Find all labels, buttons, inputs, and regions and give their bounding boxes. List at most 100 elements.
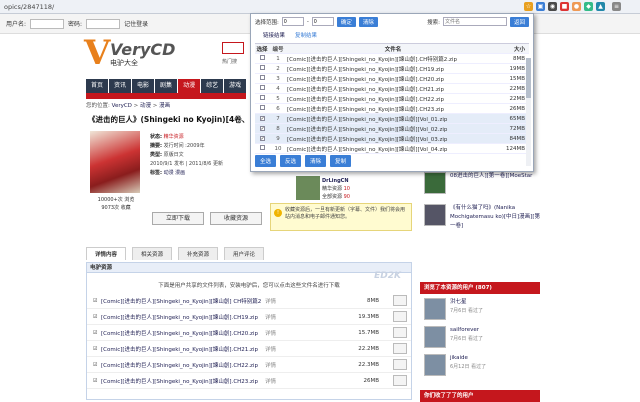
range-to-input[interactable]: [311, 17, 334, 26]
table-row[interactable]: ✓ 8 [Comic][进击的巨人][Shingeki_no_Kyojin][諫山創…: [255, 124, 529, 134]
username-input[interactable]: [30, 18, 65, 29]
back-button[interactable]: 返回: [509, 16, 529, 27]
viewer-name[interactable]: 洪七星: [450, 298, 483, 307]
file-action-button[interactable]: [393, 375, 407, 386]
nav-item-anime[interactable]: 动漫: [178, 79, 201, 93]
tab-comments[interactable]: 用户评论: [224, 247, 265, 260]
row-checkbox[interactable]: [259, 85, 265, 90]
viewer-name[interactable]: sailforever: [450, 326, 483, 335]
table-row[interactable]: ✓ 7 [Comic][进击的巨人][Shingeki_no_Kyojin][諫山創…: [255, 114, 529, 124]
file-link[interactable]: [Comic][进击的巨人][Shingeki_no_Kyojin][諫山創].…: [101, 329, 261, 337]
table-row[interactable]: 6 [Comic][进击的巨人][Shingeki_no_Kyojin][諫山創]…: [255, 104, 529, 114]
extension-icon[interactable]: ▣: [536, 2, 545, 11]
file-action-button[interactable]: [393, 343, 407, 354]
nav-item-news[interactable]: 资讯: [109, 79, 132, 93]
checkbox-checked-icon[interactable]: ☑: [93, 314, 101, 320]
site-logo[interactable]: V VeryCD 电驴大全: [80, 34, 190, 74]
nav-item-game[interactable]: 游戏: [224, 79, 247, 93]
tab-related[interactable]: 相关资源: [132, 247, 173, 260]
password-input[interactable]: [86, 18, 121, 29]
table-row[interactable]: 4 [Comic][进击的巨人][Shingeki_no_Kyojin][諫山創]…: [255, 84, 529, 94]
avatar[interactable]: [424, 326, 446, 348]
detail-link[interactable]: 详情: [265, 345, 276, 353]
file-link[interactable]: [Comic][进击的巨人][Shingeki_no_Kyojin][諫山創].…: [101, 361, 261, 369]
avatar[interactable]: [424, 354, 446, 376]
breadcrumb-anime[interactable]: 动漫: [140, 103, 151, 109]
tab-supplement[interactable]: 补充资源: [178, 247, 219, 260]
table-row[interactable]: 1 [Comic][进击的巨人][Shingeki_no_Kyojin][諫山創]…: [255, 54, 529, 64]
related-title[interactable]: 08进击的巨人][第一卷][MoeStar: [450, 172, 536, 198]
address-bar[interactable]: opics/2847118/: [4, 3, 54, 11]
favorite-button[interactable]: 收藏资源: [210, 212, 262, 225]
breadcrumb-home[interactable]: VeryCD: [112, 103, 132, 109]
row-checkbox-checked[interactable]: ✓: [259, 135, 265, 141]
clear-range-button[interactable]: 清除: [358, 16, 378, 27]
viewer-item[interactable]: sailforever 7月6日 看过了: [424, 326, 483, 352]
detail-link[interactable]: 详情: [265, 297, 276, 305]
related-item[interactable]: 《有什么猫了吗》(Nanika Mochigatemasu ko)[中日]漫画]…: [424, 204, 540, 230]
file-link[interactable]: [Comic][进击的巨人][Shingeki_no_Kyojin][諫山創].…: [101, 313, 261, 321]
clear-selection-button[interactable]: 清除: [305, 155, 327, 167]
poster-avatar[interactable]: [296, 176, 320, 200]
detail-link[interactable]: 详情: [265, 361, 276, 369]
avatar[interactable]: [424, 298, 446, 320]
row-checkbox[interactable]: [259, 145, 265, 150]
file-link[interactable]: [Comic][进击的巨人][Shingeki_no_Kyojin][諫山創] …: [101, 297, 261, 305]
poster-name[interactable]: DrLingCN: [322, 177, 350, 185]
popup-scrollbar[interactable]: [526, 58, 531, 166]
wrench-icon[interactable]: ≡: [612, 2, 621, 11]
remember-label[interactable]: 记住登录: [124, 19, 148, 28]
download-button[interactable]: 立即下载: [152, 212, 204, 225]
confirm-button[interactable]: 确定: [336, 16, 356, 27]
detail-link[interactable]: 详情: [265, 377, 276, 385]
row-checkbox-checked[interactable]: ✓: [259, 115, 265, 121]
row-checkbox[interactable]: [259, 105, 265, 110]
copy-button[interactable]: 复制: [330, 155, 352, 167]
extension-icon[interactable]: ☆: [524, 2, 533, 11]
row-checkbox[interactable]: [259, 65, 265, 70]
tab-links[interactable]: 链接结果: [263, 31, 285, 39]
checkbox-checked-icon[interactable]: ☑: [93, 362, 101, 368]
viewer-item[interactable]: 洪七星 7月6日 看过了: [424, 298, 483, 324]
nav-item-home[interactable]: 首页: [86, 79, 109, 93]
file-action-button[interactable]: [393, 327, 407, 338]
detail-link[interactable]: 详情: [265, 329, 276, 337]
checkbox-checked-icon[interactable]: ☑: [93, 346, 101, 352]
tab-copy[interactable]: 复制结果: [295, 31, 317, 39]
file-action-button[interactable]: [393, 311, 407, 322]
table-row[interactable]: ✓ 9 [Comic][进击的巨人][Shingeki_no_Kyojin][諫山創…: [255, 134, 529, 144]
extension-icon[interactable]: ●: [572, 2, 581, 11]
row-checkbox-checked[interactable]: ✓: [259, 125, 265, 131]
viewer-name[interactable]: jikaide: [450, 354, 486, 363]
extension-icon[interactable]: ▲: [596, 2, 605, 11]
checkbox-checked-icon[interactable]: ☑: [93, 378, 101, 384]
related-item[interactable]: 08进击的巨人][第一卷][MoeStar: [424, 172, 536, 198]
viewer-item[interactable]: jikaide 6月12日 看过了: [424, 354, 486, 380]
tag-links[interactable]: 动漫 漫画: [164, 170, 186, 176]
extension-icon[interactable]: ◆: [584, 2, 593, 11]
hot-search-box[interactable]: [222, 42, 244, 54]
table-row[interactable]: 5 [Comic][进击的巨人][Shingeki_no_Kyojin][諫山創]…: [255, 94, 529, 104]
file-action-button[interactable]: [393, 359, 407, 370]
nav-item-tv[interactable]: 剧集: [155, 79, 178, 93]
search-input[interactable]: [442, 17, 507, 26]
detail-link[interactable]: 详情: [265, 313, 276, 321]
nav-item-variety[interactable]: 综艺: [201, 79, 224, 93]
extension-icon[interactable]: ◉: [548, 2, 557, 11]
extension-icon[interactable]: ■: [560, 2, 569, 11]
row-checkbox[interactable]: [259, 75, 265, 80]
file-action-button[interactable]: [393, 295, 407, 306]
related-title[interactable]: 《有什么猫了吗》(Nanika Mochigatemasu ko)[中日]漫画]…: [450, 204, 540, 230]
range-from-input[interactable]: [281, 17, 304, 26]
invert-selection-button[interactable]: 反选: [280, 155, 302, 167]
file-link[interactable]: [Comic][进击的巨人][Shingeki_no_Kyojin][諫山創].…: [101, 377, 261, 385]
scrollbar-thumb[interactable]: [526, 58, 531, 98]
file-link[interactable]: [Comic][进击的巨人][Shingeki_no_Kyojin][諫山創].…: [101, 345, 261, 353]
breadcrumb-comic[interactable]: 漫画: [159, 103, 170, 109]
checkbox-checked-icon[interactable]: ☑: [93, 330, 101, 336]
table-row[interactable]: 2 [Comic][进击的巨人][Shingeki_no_Kyojin][諫山創]…: [255, 64, 529, 74]
table-row[interactable]: 3 [Comic][进击的巨人][Shingeki_no_Kyojin][諫山創]…: [255, 74, 529, 84]
table-row[interactable]: 10 [Comic][进击的巨人][Shingeki_no_Kyojin][諫山創…: [255, 144, 529, 154]
tab-details[interactable]: 详情内容: [86, 247, 127, 260]
checkbox-checked-icon[interactable]: ☑: [93, 298, 101, 304]
